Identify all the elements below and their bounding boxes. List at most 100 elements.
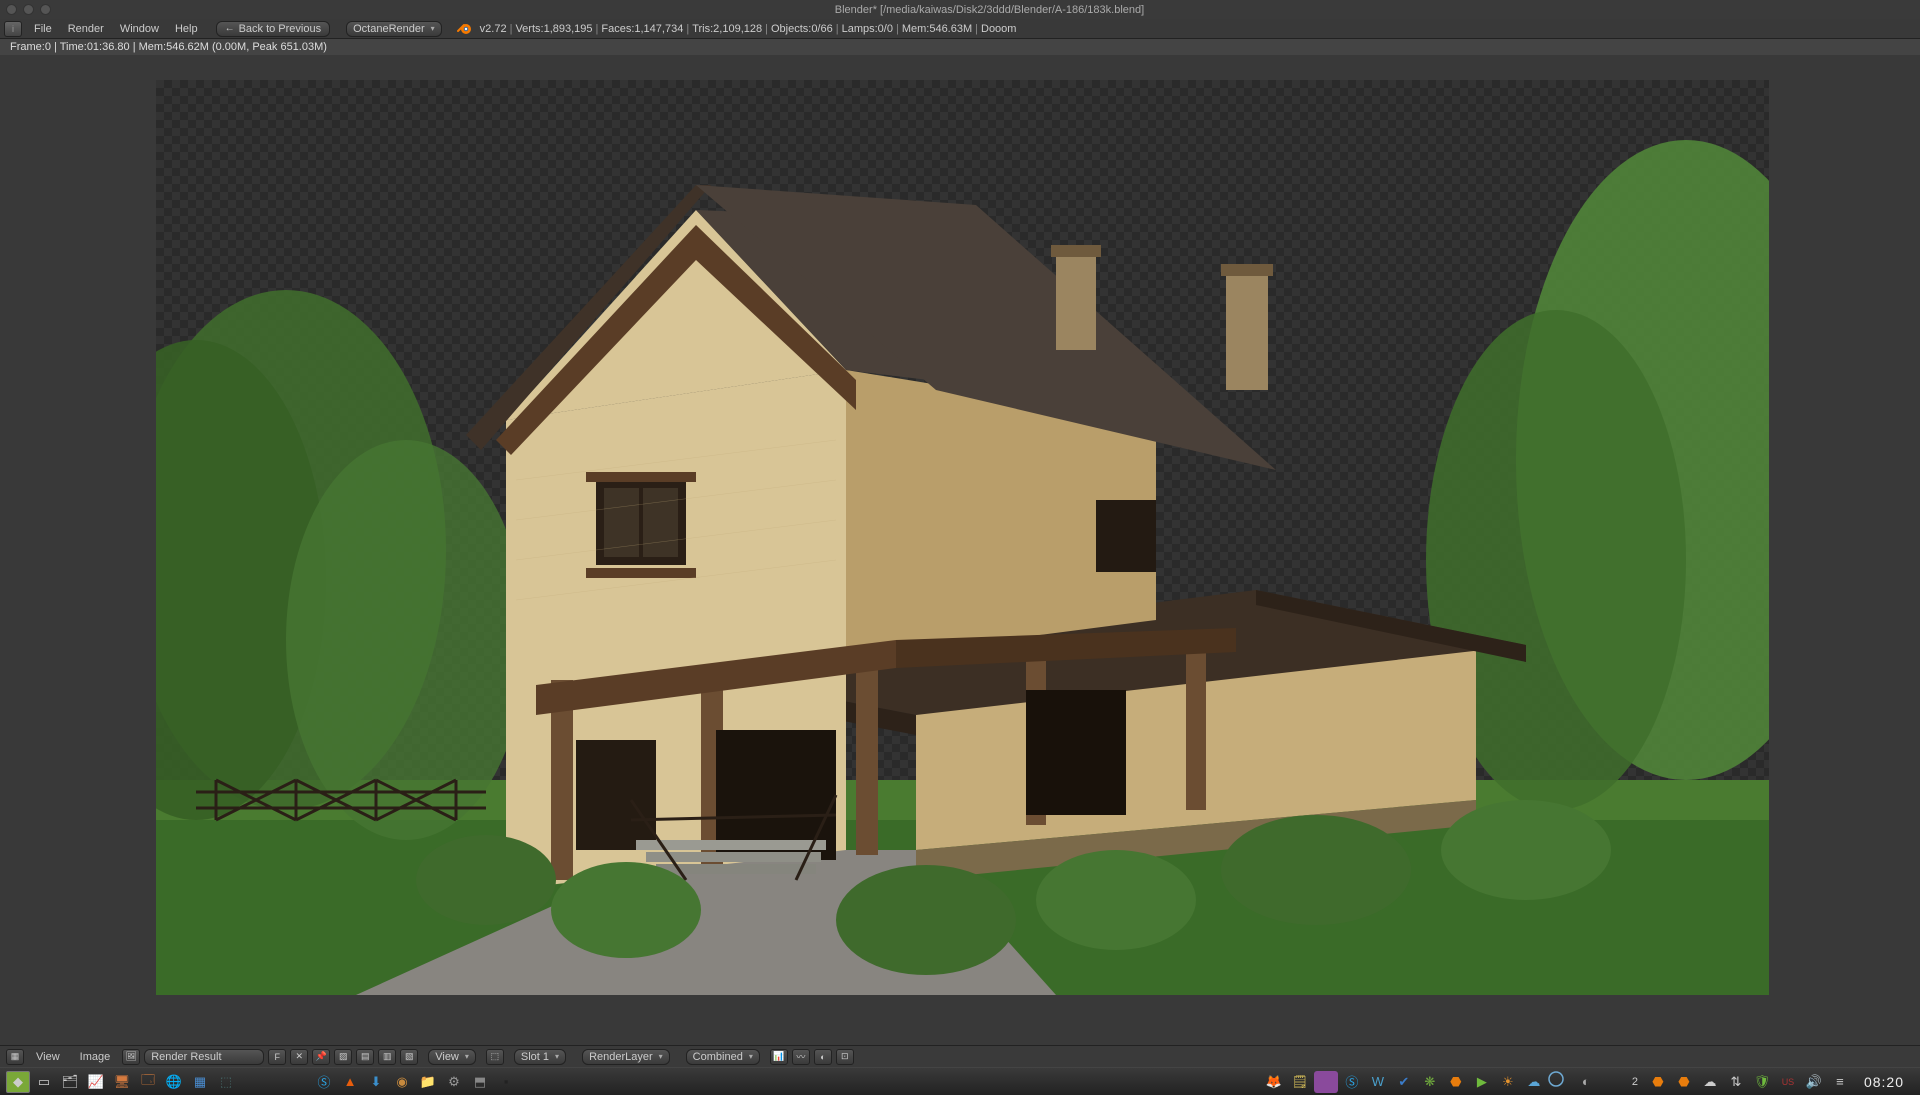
tray-shield-icon[interactable]: 🛡 xyxy=(1750,1071,1774,1093)
scene-name: Dooom xyxy=(981,23,1016,35)
window-titlebar: Blender* [/media/kaiwas/Disk2/3ddd/Blend… xyxy=(0,0,1920,19)
objects-stat: Objects:0/66 xyxy=(771,23,833,35)
tris-stat: Tris:2,109,128 xyxy=(692,23,762,35)
scopes-histogram-icon[interactable]: 📊 xyxy=(770,1049,788,1065)
lamps-stat: Lamps:0/0 xyxy=(842,23,893,35)
tray-app-icon[interactable]: W xyxy=(1366,1071,1390,1093)
verts-stat: Verts:1,893,195 xyxy=(515,23,592,35)
taskbar-app-icon[interactable]: ⬚ xyxy=(214,1071,238,1093)
taskbar-app-icon[interactable]: ▦ xyxy=(188,1071,212,1093)
view-mode-label: View xyxy=(435,1051,459,1063)
show-desktop-icon[interactable]: ▭ xyxy=(32,1071,56,1093)
channels-rgba-icon[interactable]: ▨ xyxy=(334,1049,352,1065)
version-label: v2.72 xyxy=(480,23,507,35)
info-header: i File Render Window Help ← Back to Prev… xyxy=(0,19,1920,39)
channels-rgb-icon[interactable]: ▤ xyxy=(356,1049,374,1065)
tray-update-icon[interactable]: ✔ xyxy=(1392,1071,1416,1093)
faces-stat: Faces:1,147,734 xyxy=(601,23,683,35)
pass-dropdown[interactable]: Combined ▾ xyxy=(686,1049,760,1065)
menu-window[interactable]: Window xyxy=(112,23,167,35)
taskbar-app-icon[interactable]: 📁 xyxy=(416,1071,440,1093)
tray-keyboard-icon[interactable]: US xyxy=(1776,1071,1800,1093)
taskbar-app-icon[interactable]: ◉ xyxy=(390,1071,414,1093)
render-stats-bar: Frame:0 | Time:01:36.80 | Mem:546.62M (0… xyxy=(0,39,1920,55)
render-engine-label: OctaneRender xyxy=(353,23,425,35)
chevron-down-icon: ▾ xyxy=(659,1052,663,1061)
tray-app-icon[interactable]: ◐ xyxy=(1574,1071,1598,1093)
pin-icon[interactable]: 📌 xyxy=(312,1049,330,1065)
tray-volume-icon[interactable]: 🔊 xyxy=(1802,1071,1826,1093)
tray-network-icon[interactable]: ⇅ xyxy=(1724,1071,1748,1093)
scopes-waveform-icon[interactable]: 〰 xyxy=(792,1049,810,1065)
channels-alpha-icon[interactable]: ▥ xyxy=(378,1049,396,1065)
chevron-down-icon: ▾ xyxy=(555,1052,559,1061)
menu-render[interactable]: Render xyxy=(60,23,112,35)
editor-type-selector[interactable]: i xyxy=(4,21,22,37)
render-border-icon[interactable]: ⬚ xyxy=(486,1049,504,1065)
skype-icon[interactable]: Ⓢ xyxy=(312,1071,336,1093)
tray-skype-icon[interactable]: Ⓢ xyxy=(1340,1071,1364,1093)
tray-app-icon[interactable]: ☁ xyxy=(1522,1071,1546,1093)
window-close-icon[interactable] xyxy=(6,4,17,15)
fake-user-toggle[interactable]: F xyxy=(268,1049,286,1065)
window-max-icon[interactable] xyxy=(40,4,51,15)
layer-dropdown[interactable]: RenderLayer ▾ xyxy=(582,1049,670,1065)
mem-stat: Mem:546.63M xyxy=(902,23,972,35)
back-to-previous-button[interactable]: ← Back to Previous xyxy=(216,21,331,37)
tray-blender-running-icon[interactable]: ⬣ xyxy=(1646,1071,1670,1093)
editor-type-image-icon[interactable]: ▦ xyxy=(6,1049,24,1065)
tray-app-icon[interactable]: ❋ xyxy=(1418,1071,1442,1093)
taskbar-app-icon[interactable]: 🌐 xyxy=(162,1071,186,1093)
image-menu-image[interactable]: Image xyxy=(72,1051,119,1063)
terminal-icon[interactable]: ▪ xyxy=(494,1071,518,1093)
scopes-vectorscope-icon[interactable]: ◐ xyxy=(814,1049,832,1065)
taskbar-app-icon[interactable]: 🗔 xyxy=(136,1071,160,1093)
rendered-scene xyxy=(156,80,1769,995)
render-engine-dropdown[interactable]: OctaneRender ▾ xyxy=(346,21,442,37)
qbittorrent-icon[interactable]: ⬇ xyxy=(364,1071,388,1093)
blender-logo-icon xyxy=(456,21,472,37)
chevron-down-icon: ▾ xyxy=(465,1052,469,1061)
tray-blender-running-icon[interactable]: ⬣ xyxy=(1672,1071,1696,1093)
unlink-icon[interactable]: ✕ xyxy=(290,1049,308,1065)
window-min-icon[interactable] xyxy=(23,4,34,15)
tray-notes-icon[interactable]: 🗒 xyxy=(1288,1071,1312,1093)
taskbar-app-icon[interactable]: 🗂 xyxy=(58,1071,82,1093)
image-editor-header: ▦ View Image 🖼 Render Result F ✕ 📌 ▨ ▤ ▥… xyxy=(0,1045,1920,1067)
tray-app-icon[interactable]: ▶ xyxy=(1470,1071,1494,1093)
menu-help[interactable]: Help xyxy=(167,23,206,35)
tray-app-icon[interactable]: ☀ xyxy=(1496,1071,1520,1093)
tray-cloud-icon[interactable]: ☁ xyxy=(1698,1071,1722,1093)
workspace-indicator[interactable]: 2 xyxy=(1632,1076,1638,1088)
vlc-icon[interactable]: ▲ xyxy=(338,1071,362,1093)
menu-file[interactable]: File xyxy=(26,23,60,35)
render-viewport[interactable] xyxy=(0,55,1920,1045)
back-label: Back to Previous xyxy=(239,23,322,35)
image-datablock-field[interactable]: Render Result xyxy=(144,1049,264,1065)
clock[interactable]: 08:20 xyxy=(1854,1074,1914,1090)
window-controls xyxy=(6,4,51,15)
channels-z-icon[interactable]: ▧ xyxy=(400,1049,418,1065)
window-title: Blender* [/media/kaiwas/Disk2/3ddd/Blend… xyxy=(65,4,1914,16)
os-taskbar: ◆ ▭ 🗂 📈 🖥 🗔 🌐 ▦ ⬚ Ⓢ ▲ ⬇ ◉ 📁 ⚙ ⬒ ▪ 🦊 🗒 Ⓢ … xyxy=(0,1067,1920,1095)
tray-firefox-icon[interactable]: 🦊 xyxy=(1262,1071,1286,1093)
pass-label: Combined xyxy=(693,1051,743,1063)
layer-label: RenderLayer xyxy=(589,1051,653,1063)
tray-browser-icon[interactable] xyxy=(1548,1071,1572,1093)
chevron-down-icon: ▾ xyxy=(431,24,435,33)
taskbar-app-icon[interactable]: 📈 xyxy=(84,1071,108,1093)
image-browse-icon[interactable]: 🖼 xyxy=(122,1049,140,1065)
view-mode-dropdown[interactable]: View ▾ xyxy=(428,1049,476,1065)
scopes-sample-icon[interactable]: ⊡ xyxy=(836,1049,854,1065)
taskbar-app-icon[interactable]: ⬒ xyxy=(468,1071,492,1093)
tray-app-icon[interactable] xyxy=(1314,1071,1338,1093)
taskbar-app-icon[interactable]: 🖥 xyxy=(110,1071,134,1093)
taskbar-app-icon[interactable]: ⚙ xyxy=(442,1071,466,1093)
start-menu-icon[interactable]: ◆ xyxy=(6,1071,30,1093)
back-arrow-icon: ← xyxy=(225,23,235,34)
slot-dropdown[interactable]: Slot 1 ▾ xyxy=(514,1049,566,1065)
tray-menu-icon[interactable]: ≡ xyxy=(1828,1071,1852,1093)
image-menu-view[interactable]: View xyxy=(28,1051,68,1063)
image-datablock-label: Render Result xyxy=(151,1051,221,1063)
tray-blender-icon[interactable]: ⬣ xyxy=(1444,1071,1468,1093)
